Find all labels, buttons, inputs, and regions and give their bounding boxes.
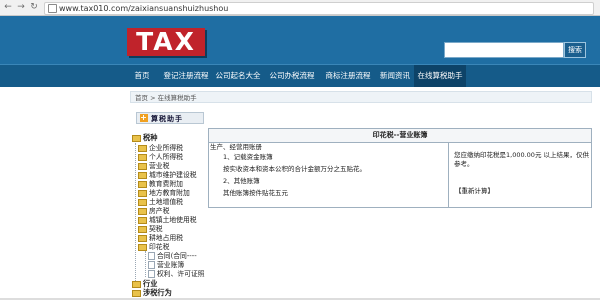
page-icon xyxy=(148,261,155,269)
address-bar[interactable]: www.tax010.com/zaixiansuanshuizhushou xyxy=(44,2,594,15)
main-nav: 首页 登记注册流程 公司起名大全 公司办税流程 商标注册流程 新闻资讯 在线算税… xyxy=(0,64,600,87)
folder-icon xyxy=(132,289,141,297)
search-input[interactable] xyxy=(444,42,564,58)
tree-subitem[interactable]: 权利、许可证照 xyxy=(148,269,205,279)
page-icon xyxy=(148,270,155,278)
folder-icon xyxy=(138,144,147,152)
folder-icon xyxy=(138,171,147,179)
folder-icon xyxy=(138,198,147,206)
folder-icon xyxy=(138,234,147,242)
description-line: 1、记载资金账簿 xyxy=(223,153,273,161)
nav-item-news[interactable]: 新闻资讯 xyxy=(378,65,412,87)
search-button[interactable]: 搜索 xyxy=(564,42,586,58)
result-text: 您应缴纳印花税是1,000.00元 以上结果，仅供参考。 xyxy=(454,151,590,168)
folder-icon xyxy=(138,189,147,197)
forward-arrow-icon[interactable]: → xyxy=(16,2,26,12)
description-line: 2、其他账簿 xyxy=(223,177,260,185)
tax-helper-button[interactable]: + 算税助手 xyxy=(136,112,204,124)
description-line: 生产、经营用账册 xyxy=(210,143,262,151)
description-cell: 生产、经营用账册 1、记载资金账簿 按实收资本和资本公积的合计金额万分之五贴花。… xyxy=(209,143,449,207)
nav-item-trademark[interactable]: 商标注册流程 xyxy=(322,65,374,87)
page-icon xyxy=(148,252,155,260)
folder-icon xyxy=(138,180,147,188)
plus-icon: + xyxy=(140,113,148,122)
reload-icon[interactable]: ↻ xyxy=(29,2,39,12)
table-title: 印花税--营业账簿 xyxy=(209,129,591,143)
folder-icon xyxy=(132,134,141,142)
breadcrumb: 首页 > 在线算税助手 xyxy=(130,91,592,103)
result-table: 印花税--营业账簿 生产、经营用账册 1、记载资金账簿 按实收资本和资本公积的合… xyxy=(208,128,592,208)
nav-item-tax-process[interactable]: 公司办税流程 xyxy=(266,65,318,87)
page-icon xyxy=(48,4,57,13)
tree-guide-line xyxy=(135,143,136,285)
folder-icon xyxy=(138,225,147,233)
folder-icon xyxy=(138,162,147,170)
folder-icon xyxy=(138,216,147,224)
recalculate-link[interactable]: 【重新计算】 xyxy=(455,187,494,196)
description-line: 其他账簿按件贴花五元 xyxy=(223,189,288,197)
tree-guide-line xyxy=(145,251,146,277)
nav-item-registration[interactable]: 登记注册流程 xyxy=(158,65,214,87)
nav-item-tax-helper[interactable]: 在线算税助手 xyxy=(414,65,466,87)
nav-item-company-names[interactable]: 公司起名大全 xyxy=(214,65,262,87)
folder-icon xyxy=(138,243,147,251)
url-text[interactable]: www.tax010.com/zaixiansuanshuizhushou xyxy=(59,3,228,14)
folder-icon xyxy=(138,207,147,215)
tree-root-tax-actions[interactable]: 涉税行为 xyxy=(132,288,172,298)
nav-item-home[interactable]: 首页 xyxy=(130,65,154,87)
folder-icon xyxy=(138,153,147,161)
folder-icon xyxy=(132,280,141,288)
tax-helper-label: 算税助手 xyxy=(151,115,183,123)
description-line: 按实收资本和资本公积的合计金额万分之五贴花。 xyxy=(223,165,366,173)
back-arrow-icon[interactable]: ← xyxy=(3,2,13,12)
site-logo[interactable]: TAX xyxy=(127,28,205,56)
browser-toolbar: ← → ↻ www.tax010.com/zaixiansuanshuizhus… xyxy=(0,0,600,16)
tree-root-taxes[interactable]: 税种 xyxy=(132,133,157,143)
